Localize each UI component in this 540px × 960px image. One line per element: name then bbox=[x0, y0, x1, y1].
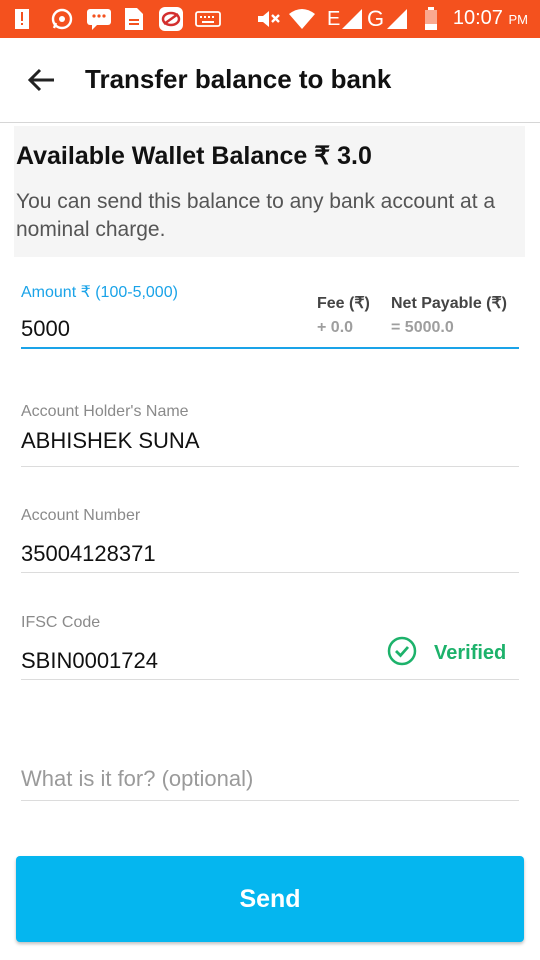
purpose-input[interactable]: What is it for? (optional) bbox=[21, 766, 253, 792]
wallet-balance-title: Available Wallet Balance ₹ 3.0 bbox=[16, 142, 372, 170]
ifsc-underline bbox=[21, 679, 519, 680]
net-payable-value: = 5000.0 bbox=[391, 319, 454, 336]
ifsc-field[interactable]: SBIN0001724 bbox=[21, 648, 158, 674]
signal-icon-2 bbox=[386, 7, 408, 31]
battery-icon bbox=[424, 7, 438, 31]
send-button[interactable]: Send bbox=[16, 856, 524, 942]
wallet-balance-description: You can send this balance to any bank ac… bbox=[16, 190, 496, 241]
network-type-g: G bbox=[367, 6, 385, 31]
amount-underline bbox=[21, 347, 519, 349]
amount-label: Amount ₹ (100-5,000) bbox=[21, 284, 178, 301]
network-type-e: E bbox=[327, 7, 341, 30]
amount-input[interactable]: 5000 bbox=[21, 316, 70, 342]
mute-icon bbox=[256, 7, 282, 31]
messenger-icon bbox=[86, 7, 112, 31]
account-holder-underline bbox=[21, 466, 519, 467]
wallet-balance-card: Available Wallet Balance ₹ 3.0 You can s… bbox=[14, 126, 525, 257]
fee-header: Fee (₹) bbox=[317, 295, 370, 312]
signal-icon bbox=[341, 7, 363, 31]
app-bar: Transfer balance to bank bbox=[0, 38, 540, 123]
status-bar: E G 10:07 PM bbox=[0, 0, 540, 38]
account-number-label: Account Number bbox=[21, 507, 141, 524]
page-title: Transfer balance to bank bbox=[85, 64, 392, 94]
account-holder-field[interactable]: ABHISHEK SUNA bbox=[21, 428, 200, 454]
account-number-field[interactable]: 35004128371 bbox=[21, 541, 156, 567]
account-holder-label: Account Holder's Name bbox=[21, 403, 189, 420]
keyboard-icon bbox=[195, 7, 221, 31]
net-payable-header: Net Payable (₹) bbox=[391, 295, 507, 312]
verified-status: Verified bbox=[387, 636, 506, 670]
fee-value: + 0.0 bbox=[317, 319, 354, 336]
check-circle-icon bbox=[387, 636, 417, 670]
ifsc-label: IFSC Code bbox=[21, 614, 101, 631]
alert-icon bbox=[14, 7, 30, 31]
status-time: 10:07 PM bbox=[452, 7, 528, 29]
send-button-label: Send bbox=[239, 884, 301, 913]
verified-label: Verified bbox=[434, 641, 507, 664]
whatsapp-icon bbox=[50, 7, 74, 31]
app-icon bbox=[158, 7, 184, 31]
account-number-underline bbox=[21, 572, 519, 573]
wifi-icon bbox=[288, 7, 316, 31]
arrow-left-icon[interactable] bbox=[26, 66, 58, 94]
file-icon bbox=[124, 7, 144, 31]
purpose-underline bbox=[21, 800, 519, 801]
